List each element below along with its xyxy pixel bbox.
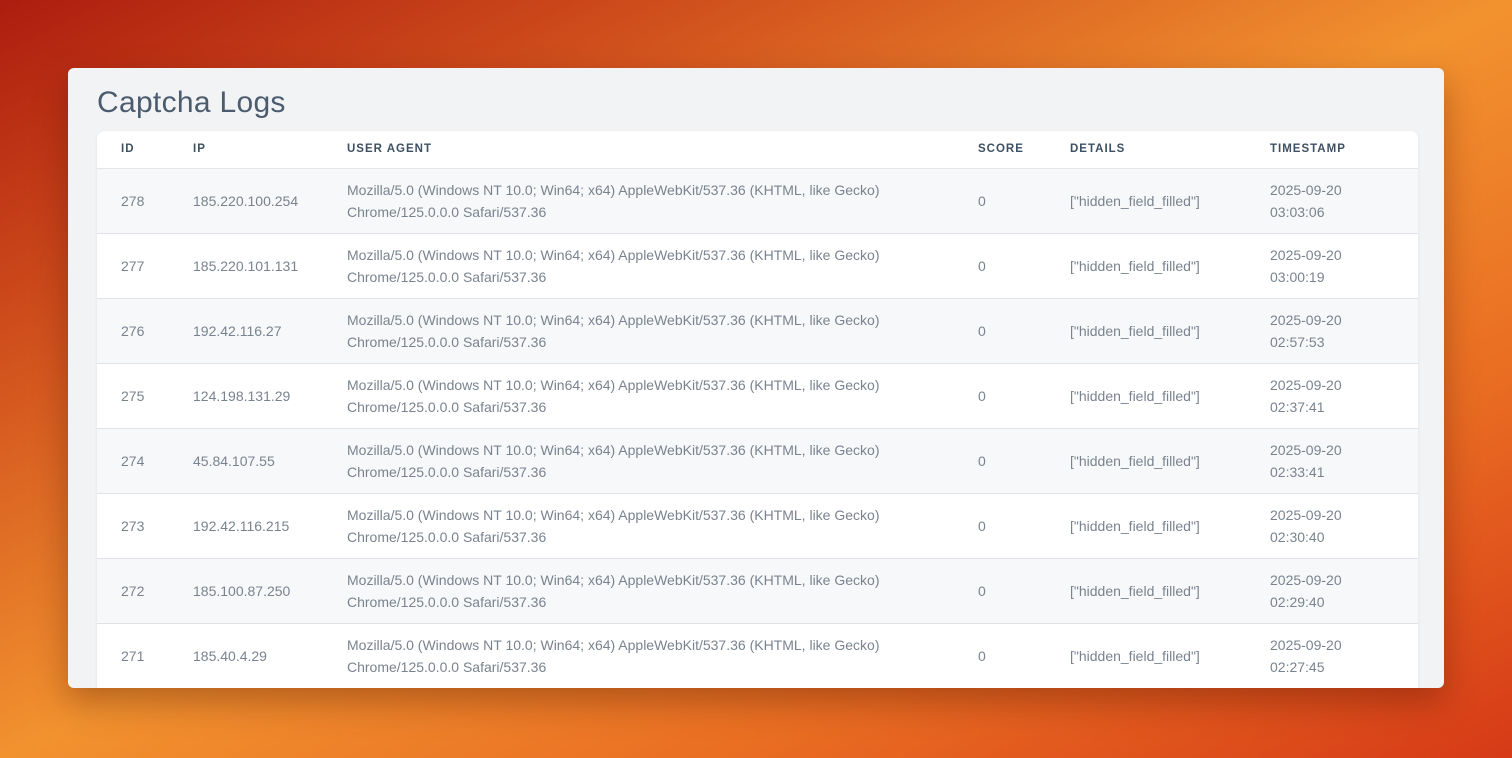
cell-timestamp: 2025-09-20 02:57:53: [1270, 298, 1418, 363]
captcha-logs-table: ID IP USER AGENT SCORE DETAILS TIMESTAMP…: [97, 131, 1418, 688]
cell-id: 273: [97, 493, 193, 558]
cell-score: 0: [978, 363, 1070, 428]
cell-ip: 45.84.107.55: [193, 428, 347, 493]
table-row: 271 185.40.4.29 Mozilla/5.0 (Windows NT …: [97, 623, 1418, 688]
cell-id: 276: [97, 298, 193, 363]
cell-score: 0: [978, 298, 1070, 363]
cell-ip: 192.42.116.215: [193, 493, 347, 558]
cell-timestamp: 2025-09-20 03:00:19: [1270, 233, 1418, 298]
table-row: 275 124.198.131.29 Mozilla/5.0 (Windows …: [97, 363, 1418, 428]
cell-score: 0: [978, 493, 1070, 558]
logs-table-container: ID IP USER AGENT SCORE DETAILS TIMESTAMP…: [97, 131, 1418, 688]
cell-score: 0: [978, 233, 1070, 298]
cell-timestamp: 2025-09-20 03:03:06: [1270, 168, 1418, 233]
cell-details: ["hidden_field_filled"]: [1070, 233, 1270, 298]
table-body: 278 185.220.100.254 Mozilla/5.0 (Windows…: [97, 168, 1418, 688]
table-row: 272 185.100.87.250 Mozilla/5.0 (Windows …: [97, 558, 1418, 623]
cell-user-agent: Mozilla/5.0 (Windows NT 10.0; Win64; x64…: [347, 233, 978, 298]
column-header-user-agent: USER AGENT: [347, 131, 978, 168]
page-title: Captcha Logs: [97, 82, 1415, 124]
cell-id: 275: [97, 363, 193, 428]
cell-id: 274: [97, 428, 193, 493]
cell-id: 271: [97, 623, 193, 688]
cell-ip: 124.198.131.29: [193, 363, 347, 428]
cell-ip: 185.40.4.29: [193, 623, 347, 688]
cell-timestamp: 2025-09-20 02:27:45: [1270, 623, 1418, 688]
cell-details: ["hidden_field_filled"]: [1070, 363, 1270, 428]
cell-ip: 185.100.87.250: [193, 558, 347, 623]
cell-details: ["hidden_field_filled"]: [1070, 298, 1270, 363]
table-row: 276 192.42.116.27 Mozilla/5.0 (Windows N…: [97, 298, 1418, 363]
table-row: 274 45.84.107.55 Mozilla/5.0 (Windows NT…: [97, 428, 1418, 493]
cell-timestamp: 2025-09-20 02:30:40: [1270, 493, 1418, 558]
cell-id: 277: [97, 233, 193, 298]
cell-score: 0: [978, 558, 1070, 623]
column-header-id: ID: [97, 131, 193, 168]
table-row: 273 192.42.116.215 Mozilla/5.0 (Windows …: [97, 493, 1418, 558]
cell-score: 0: [978, 428, 1070, 493]
captcha-logs-panel: Captcha Logs ID IP USER AGENT SCORE DETA…: [68, 68, 1444, 688]
cell-ip: 192.42.116.27: [193, 298, 347, 363]
cell-details: ["hidden_field_filled"]: [1070, 623, 1270, 688]
column-header-details: DETAILS: [1070, 131, 1270, 168]
cell-user-agent: Mozilla/5.0 (Windows NT 10.0; Win64; x64…: [347, 493, 978, 558]
cell-details: ["hidden_field_filled"]: [1070, 428, 1270, 493]
column-header-ip: IP: [193, 131, 347, 168]
cell-user-agent: Mozilla/5.0 (Windows NT 10.0; Win64; x64…: [347, 363, 978, 428]
table-row: 278 185.220.100.254 Mozilla/5.0 (Windows…: [97, 168, 1418, 233]
cell-user-agent: Mozilla/5.0 (Windows NT 10.0; Win64; x64…: [347, 298, 978, 363]
cell-id: 278: [97, 168, 193, 233]
cell-details: ["hidden_field_filled"]: [1070, 558, 1270, 623]
cell-ip: 185.220.100.254: [193, 168, 347, 233]
cell-user-agent: Mozilla/5.0 (Windows NT 10.0; Win64; x64…: [347, 623, 978, 688]
cell-details: ["hidden_field_filled"]: [1070, 168, 1270, 233]
cell-id: 272: [97, 558, 193, 623]
column-header-timestamp: TIMESTAMP: [1270, 131, 1418, 168]
cell-user-agent: Mozilla/5.0 (Windows NT 10.0; Win64; x64…: [347, 428, 978, 493]
cell-user-agent: Mozilla/5.0 (Windows NT 10.0; Win64; x64…: [347, 558, 978, 623]
cell-timestamp: 2025-09-20 02:29:40: [1270, 558, 1418, 623]
cell-ip: 185.220.101.131: [193, 233, 347, 298]
column-header-score: SCORE: [978, 131, 1070, 168]
cell-timestamp: 2025-09-20 02:37:41: [1270, 363, 1418, 428]
cell-score: 0: [978, 168, 1070, 233]
cell-user-agent: Mozilla/5.0 (Windows NT 10.0; Win64; x64…: [347, 168, 978, 233]
cell-timestamp: 2025-09-20 02:33:41: [1270, 428, 1418, 493]
table-row: 277 185.220.101.131 Mozilla/5.0 (Windows…: [97, 233, 1418, 298]
table-header-row: ID IP USER AGENT SCORE DETAILS TIMESTAMP: [97, 131, 1418, 168]
cell-details: ["hidden_field_filled"]: [1070, 493, 1270, 558]
cell-score: 0: [978, 623, 1070, 688]
